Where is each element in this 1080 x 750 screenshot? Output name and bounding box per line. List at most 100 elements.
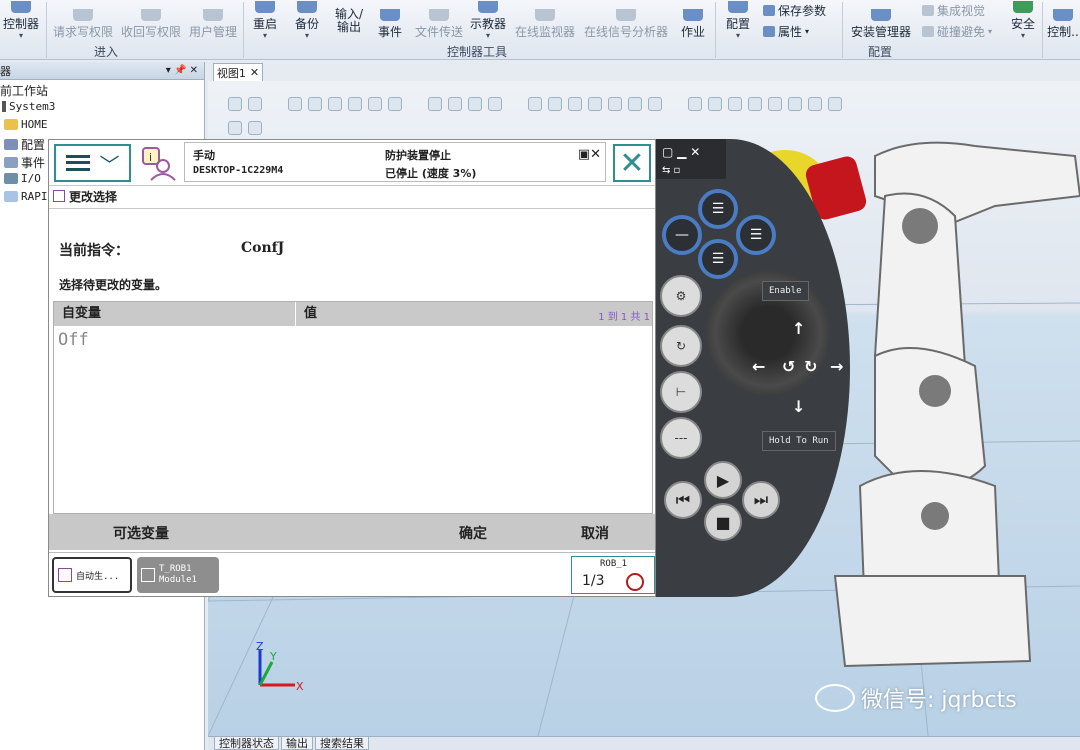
user-info-icon[interactable]: i xyxy=(141,146,177,182)
tab-output[interactable]: 输出 xyxy=(281,737,313,750)
vision-icon xyxy=(922,5,934,16)
column-header-argument: 自变量 xyxy=(54,302,296,326)
tab-controller-status[interactable]: 控制器状态 xyxy=(214,737,279,750)
save-parameters-button[interactable]: 保存参数 xyxy=(763,2,826,19)
tree-item-io[interactable]: I/O xyxy=(4,172,41,185)
status-box: 手动 DESKTOP-1C229M4 防护装置停止 已停止 (速度 3%) ▣✕ xyxy=(184,142,606,182)
axis-x-label: X xyxy=(296,680,304,693)
collision-avoidance-button[interactable]: 碰撞避免 ▾ xyxy=(922,23,992,40)
restart-icon xyxy=(255,1,275,13)
online-signal-analyzer-button[interactable]: 在线信号分析器 xyxy=(581,0,671,44)
mechanical-unit-button[interactable]: ⚙ xyxy=(660,275,702,317)
step-backward-button[interactable]: ⏮ xyxy=(664,481,702,519)
user-management-button[interactable]: 用户管理 xyxy=(186,0,240,44)
jog-right-arrow-icon[interactable]: → xyxy=(830,357,843,376)
request-write-button[interactable]: 请求写权限 xyxy=(50,0,116,44)
events-button[interactable]: 事件 xyxy=(375,0,405,44)
quickset-robot-button[interactable]: ROB_1 1/3 xyxy=(571,556,655,594)
close-icon[interactable]: ✕ xyxy=(250,66,259,79)
collision-icon xyxy=(922,26,934,37)
axis-y-label: Y xyxy=(270,650,277,663)
axis-gizmo: X Z Y xyxy=(240,640,310,700)
online-monitor-button[interactable]: 在线监视器 xyxy=(512,0,578,44)
current-instruction-value: ConfJ xyxy=(241,240,285,256)
hold-to-run-button[interactable]: Hold To Run xyxy=(762,431,836,451)
restart-button[interactable]: 重启 ▾ xyxy=(250,0,280,44)
tree-item-system[interactable]: System3 xyxy=(2,100,55,113)
jobs-icon xyxy=(683,9,703,21)
start-button[interactable]: ▶ xyxy=(704,461,742,499)
key-icon xyxy=(73,9,93,21)
configuration-button[interactable]: 配置 ▾ xyxy=(722,0,754,44)
backup-button[interactable]: 备份 ▾ xyxy=(290,0,324,44)
task-auto-production[interactable]: 自动生... xyxy=(52,557,132,593)
tree-item-configuration[interactable]: 配置 xyxy=(4,136,45,153)
command-bar: 可选变量 确定 取消 xyxy=(49,514,655,550)
chevron-down-icon: ▾ xyxy=(805,27,810,36)
jog-window-bar: ▢ ▁ ✕ ⇆ ▫ xyxy=(656,139,726,179)
optional-arguments-button[interactable]: 可选变量 xyxy=(113,523,169,543)
file-transfer-button[interactable]: 文件传送 xyxy=(413,0,465,44)
io-button[interactable]: 输入/ 输出 xyxy=(331,8,367,44)
group-separator xyxy=(243,2,244,58)
task-bar: 自动生... T_ROB1 Module1 ROB_1 1/3 xyxy=(49,552,655,596)
main-menu-button[interactable]: ﹀ xyxy=(54,144,131,182)
controller-panel-button[interactable]: 控制.. xyxy=(1046,0,1080,44)
jog-left-arrow-icon[interactable]: ← xyxy=(752,357,765,376)
tree-item-events[interactable]: 事件 xyxy=(4,154,45,171)
quick-button-2[interactable]: — xyxy=(662,215,702,255)
flexpendant-button[interactable]: 示教器 ▾ xyxy=(468,0,508,44)
tab-search-results[interactable]: 搜索结果 xyxy=(315,737,369,750)
tree-item-home[interactable]: HOME xyxy=(4,118,48,131)
properties-button[interactable]: 属性 ▾ xyxy=(763,23,809,40)
controller-button[interactable]: 控制器 ▾ xyxy=(0,0,42,44)
swap-icon[interactable]: ⇆ ▫ xyxy=(662,165,680,176)
quick-button-4[interactable]: ☰ xyxy=(698,239,738,279)
program-icon xyxy=(141,568,155,582)
chevron-down-icon: ▾ xyxy=(485,31,490,40)
group-label-configuration: 配置 xyxy=(868,45,893,59)
svg-text:i: i xyxy=(149,151,152,164)
stop-button[interactable]: ■ xyxy=(704,503,742,541)
hamburger-icon xyxy=(65,155,90,171)
signal-icon xyxy=(616,9,636,21)
quick-button-3[interactable]: ☰ xyxy=(736,215,776,255)
users-icon xyxy=(203,9,223,21)
guard-status-text: 防护装置停止 xyxy=(385,149,451,162)
cancel-button[interactable]: 取消 xyxy=(581,523,609,543)
chevron-down-icon: ▾ xyxy=(735,31,740,40)
group-separator xyxy=(842,2,843,58)
tree-item-station[interactable]: 前工作站 xyxy=(0,82,48,99)
shield-icon xyxy=(1013,1,1033,13)
task-program-editor[interactable]: T_ROB1 Module1 xyxy=(137,557,219,593)
quick-button-1[interactable]: ☰ xyxy=(698,189,738,229)
installation-manager-button[interactable]: 安装管理器 xyxy=(848,0,914,44)
close-icon: ✕ xyxy=(619,145,645,181)
panel-controls[interactable]: ▾ 📌 ✕ xyxy=(166,65,198,76)
enable-button[interactable]: Enable xyxy=(762,281,809,301)
properties-icon xyxy=(763,26,775,37)
integrated-vision-button[interactable]: 集成视觉 xyxy=(922,2,985,19)
more-button[interactable]: --- xyxy=(660,417,702,459)
panel-icon xyxy=(1053,9,1073,21)
increment-button[interactable]: ⊢ xyxy=(660,371,702,413)
revoke-write-button[interactable]: 收回写权限 xyxy=(118,0,184,44)
prompt-text: 选择待更改的变量。 xyxy=(59,278,168,292)
rotate-ccw-icon[interactable]: ↺ xyxy=(782,357,795,376)
jog-up-arrow-icon[interactable]: ↑ xyxy=(792,319,805,338)
rapid-icon xyxy=(4,191,18,202)
ok-button[interactable]: 确定 xyxy=(459,523,487,543)
status-window-icon[interactable]: ▣✕ xyxy=(578,147,601,162)
tab-view1[interactable]: 视图1 ✕ xyxy=(213,63,263,81)
safety-button[interactable]: 安全 ▾ xyxy=(1008,0,1038,44)
jog-mode-button[interactable]: ↻ xyxy=(660,325,702,367)
rotate-cw-icon[interactable]: ↻ xyxy=(804,357,817,376)
step-forward-button[interactable]: ⏭ xyxy=(742,481,780,519)
jog-down-arrow-icon[interactable]: ↓ xyxy=(792,397,805,416)
dialog-title: 更改选择 xyxy=(53,186,117,206)
table-row[interactable]: Off xyxy=(58,330,89,350)
close-button[interactable]: ✕ xyxy=(613,144,651,182)
window-controls-icon[interactable]: ▢ ▁ ✕ xyxy=(662,145,700,159)
jobs-button[interactable]: 作业 xyxy=(678,0,708,44)
tree-item-rapid[interactable]: RAPI xyxy=(4,190,48,203)
